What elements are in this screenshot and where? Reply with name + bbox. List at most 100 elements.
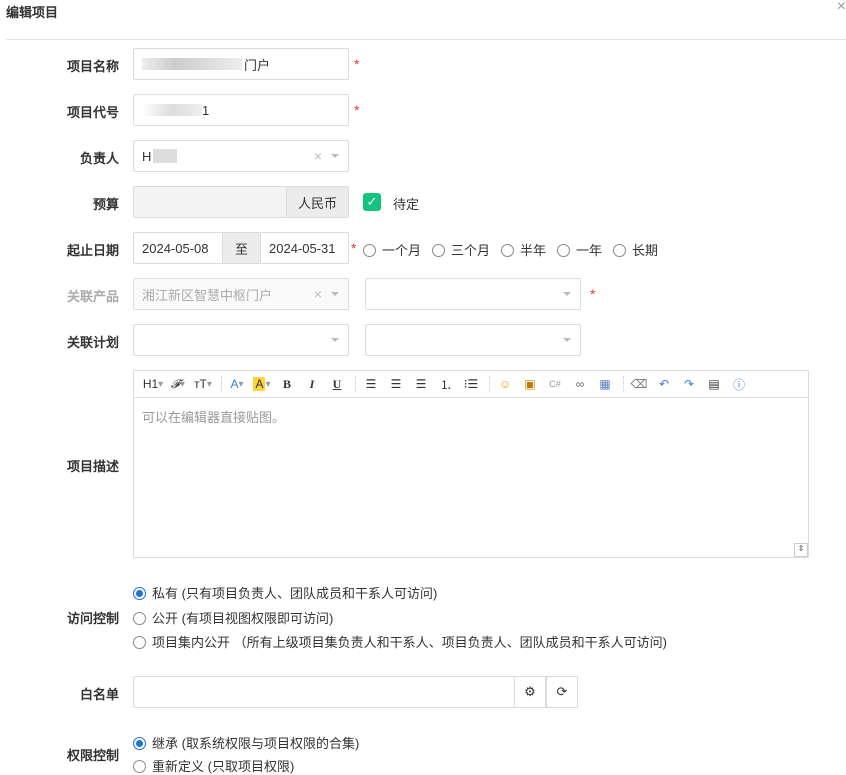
duration-label: 半年 [520,243,547,258]
project-code-input[interactable]: 1 [133,94,349,126]
radio-icon [133,612,146,625]
label-dates: 起止日期 [66,243,119,258]
plan-select[interactable] [133,324,349,356]
link-icon[interactable]: ∞ [569,374,591,394]
help-icon[interactable]: ⓘ [728,374,750,394]
emoji-icon[interactable]: ☺ [494,374,516,394]
underline-icon[interactable]: U [326,374,348,394]
product-select[interactable]: 湘江新区智慧中枢门户 × [133,278,349,310]
editor-toolbar: H1 ▾ 𝓕 ▾ тT ▾ A ▾ A ▾ B I U ☰ ☰ ☰ ⒈ ⁝☰ ☺ ▣ C#… [134,371,808,398]
pending-label: 待定 [393,197,420,212]
image-icon[interactable]: ▣ [519,374,541,394]
chevron-down-icon [563,338,571,346]
required-mark: * [351,240,357,256]
font-family-icon[interactable]: 𝓕 ▾ [167,374,189,394]
plan-select-2[interactable] [365,324,581,356]
gear-icon[interactable]: ⚙ [514,676,546,708]
required-mark: * [590,286,596,302]
required-mark: * [354,102,360,118]
label-name: 项目名称 [66,59,119,74]
budget-input[interactable] [133,186,287,218]
paste-icon[interactable]: ▤ [703,374,725,394]
align-center-icon[interactable]: ☰ [385,374,407,394]
product-value: 湘江新区智慧中枢门户 [142,287,273,303]
owner-select[interactable]: H × [133,140,349,172]
description-editor[interactable]: H1 ▾ 𝓕 ▾ тT ▾ A ▾ A ▾ B I U ☰ ☰ ☰ ⒈ ⁝☰ ☺ ▣ C#… [133,370,809,558]
refresh-icon[interactable]: ⟳ [546,676,578,708]
radio-checked-icon [133,737,146,750]
chevron-down-icon [331,338,339,346]
align-right-icon[interactable]: ☰ [410,374,432,394]
undo-icon[interactable]: ↶ [653,374,675,394]
chevron-down-icon [331,154,339,162]
duration-1-month[interactable]: 一个月 [363,240,421,259]
dialog-title: 编辑项目 [6,5,59,20]
radio-icon [363,244,376,257]
project-name-input[interactable]: 门户 [133,48,349,80]
font-color-icon[interactable]: A ▾ [226,374,248,394]
italic-icon[interactable]: I [301,374,323,394]
radio-icon [432,244,445,257]
access-option-label: 公开 (有项目视图权限即可访问) [152,611,334,626]
access-option-label: 私有 (只有项目负责人、团队成员和干系人可访问) [152,586,438,601]
project-code-value: 1 [202,102,210,118]
duration-1-year[interactable]: 一年 [557,240,602,259]
perm-inherit[interactable]: 继承 (取系统权限与项目权限的合集) [133,733,359,752]
chevron-down-icon [563,292,571,300]
label-code: 项目代号 [66,105,119,120]
whitelist-input[interactable] [133,676,515,708]
radio-icon [501,244,514,257]
duration-3-months[interactable]: 三个月 [432,240,490,259]
radio-icon [133,636,146,649]
heading-icon[interactable]: H1 ▾ [142,374,164,394]
clear-icon: × [313,286,322,302]
close-icon[interactable]: × [837,0,846,16]
clear-icon[interactable]: × [314,148,322,164]
unordered-list-icon[interactable]: ⁝☰ [460,374,482,394]
label-access: 访问控制 [66,611,119,626]
radio-icon [133,760,146,773]
label-product: 关联产品 [66,289,119,304]
perm-option-label: 继承 (取系统权限与项目权限的合集) [152,736,360,751]
duration-label: 一个月 [382,243,422,258]
access-program[interactable]: 项目集内公开 （所有上级项目集负责人和干系人、项目负责人、团队成员和干系人可访问… [133,632,667,651]
required-mark: * [354,56,360,72]
divider [6,39,846,40]
start-date-input[interactable]: 2024-05-08 [133,232,223,264]
editor-placeholder: 可以在编辑器直接贴图。 [142,410,286,425]
radio-icon [557,244,570,257]
duration-label: 长期 [632,243,659,258]
access-private[interactable]: 私有 (只有项目负责人、团队成员和干系人可访问) [133,583,437,602]
label-owner: 负责人 [79,151,119,166]
perm-redefine[interactable]: 重新定义 (只取项目权限) [133,756,294,775]
bold-icon[interactable]: B [276,374,298,394]
label-budget: 预算 [92,197,119,212]
code-icon[interactable]: C# [544,374,566,394]
project-name-value: 门户 [244,57,271,73]
font-size-icon[interactable]: тT ▾ [192,374,214,394]
access-open[interactable]: 公开 (有项目视图权限即可访问) [133,608,333,627]
duration-half-year[interactable]: 半年 [501,240,546,259]
branch-select[interactable] [365,278,581,310]
radio-icon [613,244,626,257]
owner-value: H [142,148,152,164]
table-icon[interactable]: ▦ [594,374,616,394]
duration-long-term[interactable]: 长期 [613,240,658,259]
duration-label: 一年 [576,243,603,258]
label-plan: 关联计划 [66,335,119,350]
currency-addon: 人民币 [286,186,349,218]
duration-label: 三个月 [451,243,491,258]
end-date-input[interactable]: 2024-05-31 [260,232,349,264]
highlight-icon[interactable]: A ▾ [251,374,273,394]
chevron-down-icon [331,292,339,300]
label-desc: 项目描述 [66,459,119,474]
label-whitelist: 白名单 [79,687,119,702]
ordered-list-icon[interactable]: ⒈ [435,374,457,394]
redo-icon[interactable]: ↷ [678,374,700,394]
eraser-icon[interactable]: ⌫ [628,374,650,394]
resize-spinner-icon[interactable]: ⇕ [794,543,808,557]
perm-option-label: 重新定义 (只取项目权限) [152,759,295,774]
pending-checkbox[interactable]: ✓ [363,193,381,211]
align-left-icon[interactable]: ☰ [360,374,382,394]
date-separator: 至 [222,232,261,264]
